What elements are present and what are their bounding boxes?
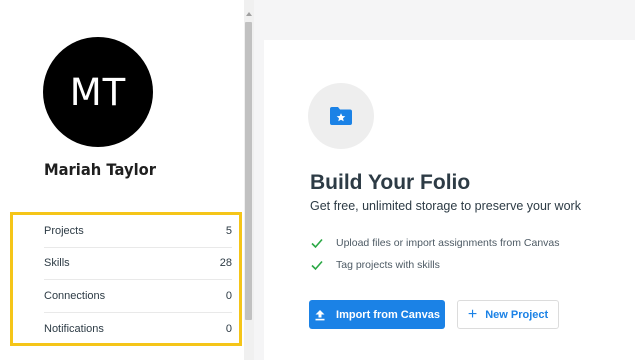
- stat-value: 5: [225, 224, 232, 237]
- stat-value: 0: [225, 289, 232, 302]
- avatar[interactable]: MT: [43, 37, 153, 147]
- stat-value: 28: [219, 257, 232, 270]
- import-button-label: Import from Canvas: [336, 308, 440, 321]
- stat-projects[interactable]: Projects 5: [44, 215, 232, 248]
- stat-label: Skills: [44, 257, 70, 270]
- folder-star-icon: [308, 83, 374, 149]
- stats-panel: Projects 5 Skills 28 Connections 0 Notif…: [10, 212, 242, 346]
- folder-star-icon-graphic: [330, 107, 352, 125]
- scroll-thumb[interactable]: [245, 22, 252, 320]
- sidebar-scrollbar[interactable]: [244, 0, 254, 360]
- upload-icon: [315, 309, 325, 320]
- build-folio-card: Build Your Folio Get free, unlimited sto…: [264, 40, 635, 360]
- feature-text: Tag projects with skills: [336, 259, 440, 271]
- new-project-button[interactable]: + New Project: [457, 300, 559, 329]
- stat-connections[interactable]: Connections 0: [44, 280, 232, 313]
- feature-item: Tag projects with skills: [310, 254, 560, 276]
- stat-label: Notifications: [44, 322, 104, 335]
- stat-value: 0: [225, 322, 232, 335]
- profile-sidebar: MT Mariah Taylor Projects 5 Skills 28 Co…: [0, 0, 244, 360]
- stat-label: Connections: [44, 289, 106, 302]
- check-icon: [311, 260, 323, 271]
- plus-icon: +: [467, 305, 478, 323]
- feature-item: Upload files or import assignments from …: [310, 232, 560, 254]
- feature-text: Upload files or import assignments from …: [336, 237, 560, 249]
- stat-label: Projects: [44, 224, 84, 237]
- page-title: Build Your Folio: [310, 171, 471, 194]
- stat-notifications[interactable]: Notifications 0: [44, 313, 232, 346]
- page-subtitle: Get free, unlimited storage to preserve …: [310, 199, 581, 213]
- check-icon: [311, 238, 323, 249]
- feature-list: Upload files or import assignments from …: [310, 232, 560, 276]
- import-from-canvas-button[interactable]: Import from Canvas: [309, 300, 445, 329]
- new-project-label: New Project: [485, 308, 549, 321]
- stat-skills[interactable]: Skills 28: [44, 248, 232, 280]
- scroll-up-arrow-icon[interactable]: [246, 12, 252, 16]
- user-name[interactable]: Mariah Taylor: [8, 160, 192, 179]
